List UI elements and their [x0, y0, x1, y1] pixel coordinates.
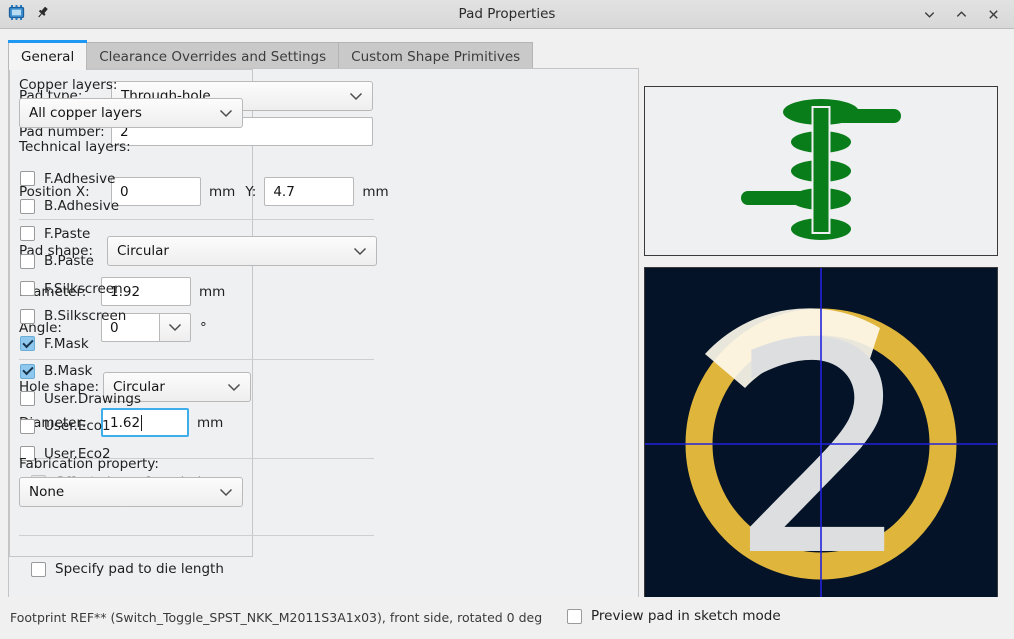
technical-layer-item[interactable]: B.Paste — [20, 248, 141, 276]
checkbox-box — [20, 363, 35, 379]
checkbox-box — [20, 281, 35, 297]
sketch-mode-row: Preview pad in sketch mode — [567, 608, 781, 624]
dialog-body: Pad type: Through-hole Pad number: 2 Pos… — [0, 41, 1014, 635]
chevron-down-icon — [168, 323, 182, 332]
technical-layer-item[interactable]: B.Mask — [20, 358, 141, 386]
checkbox-box — [20, 226, 35, 242]
technical-layers-list: F.Adhesive B.Adhesive F.Paste B.Paste F.Silk… — [20, 165, 141, 468]
chevron-down-icon — [219, 488, 233, 496]
checkbox-box — [20, 171, 35, 187]
checkbox-box — [20, 391, 35, 407]
pad-diameter-unit: mm — [199, 283, 226, 300]
technical-layer-label: User.Drawings — [44, 390, 141, 407]
copper-layers-value: All copper layers — [29, 105, 142, 121]
general-settings-panel: Pad type: Through-hole Pad number: 2 Pos… — [8, 68, 639, 623]
checkbox-box — [20, 308, 35, 324]
tab-general[interactable]: General — [8, 40, 88, 70]
technical-layer-label: F.Silkscreen — [44, 280, 123, 297]
title-bar: Pad Properties — [0, 0, 1014, 29]
window-title: Pad Properties — [458, 6, 556, 22]
technical-layer-label: F.Paste — [44, 225, 91, 242]
copper-layers-row: All copper layers — [19, 98, 243, 128]
sketch-mode-label: Preview pad in sketch mode — [591, 608, 781, 624]
technical-layer-item[interactable]: F.Adhesive — [20, 165, 141, 193]
chevron-down-icon — [349, 92, 363, 100]
sketch-mode-checkbox[interactable]: Preview pad in sketch mode — [567, 608, 781, 624]
checkbox-box — [20, 418, 35, 434]
checkbox-box — [567, 608, 582, 624]
angle-dropdown-button[interactable] — [159, 313, 191, 342]
hole-diameter-unit: mm — [197, 414, 224, 431]
technical-layers-label: Technical layers: — [19, 139, 131, 155]
separator-4 — [19, 535, 374, 536]
technical-layer-label: User.Eco1 — [44, 418, 111, 435]
pin-icon[interactable] — [35, 5, 50, 24]
fabrication-property-label: Fabrication property: — [19, 456, 159, 472]
close-button[interactable] — [984, 5, 1002, 23]
technical-layer-item[interactable]: User.Eco1 — [20, 413, 141, 441]
technical-layer-label: B.Silkscreen — [44, 308, 127, 325]
checkbox-box — [20, 336, 35, 352]
tab-general-label: General — [21, 48, 75, 65]
fabrication-property-select[interactable]: None — [19, 477, 243, 507]
technical-layer-item[interactable]: User.Drawings — [20, 385, 141, 413]
technical-layer-item[interactable]: F.Paste — [20, 220, 141, 248]
checkbox-box — [31, 561, 46, 577]
pad-properties-dialog: Pad Properties General Clearance Overrid… — [0, 0, 1014, 639]
position-y-unit: mm — [362, 183, 389, 200]
copper-layers-select[interactable]: All copper layers — [19, 98, 243, 128]
pad-preview: 2 — [644, 267, 998, 635]
maximize-button[interactable] — [952, 5, 970, 23]
chevron-down-icon — [219, 109, 233, 117]
minimize-button[interactable] — [920, 5, 938, 23]
die-length-checkbox[interactable]: Specify pad to die length — [31, 561, 224, 577]
technical-layers-label-row: Technical layers: — [19, 139, 131, 155]
position-y-input[interactable]: 4.7 — [264, 177, 355, 206]
technical-layer-item[interactable]: B.Silkscreen — [20, 303, 141, 331]
checkbox-box — [20, 198, 35, 214]
title-bar-icons — [0, 3, 120, 26]
pad-preview-canvas: 2 — [645, 268, 997, 634]
chevron-down-icon — [353, 247, 367, 255]
technical-layer-item[interactable]: F.Mask — [20, 330, 141, 358]
technical-layer-label: B.Paste — [44, 253, 94, 270]
position-y-label: Y: — [245, 183, 257, 200]
chevron-down-icon — [227, 383, 241, 391]
technical-layer-label: F.Adhesive — [44, 170, 116, 187]
technical-layer-label: B.Mask — [44, 363, 93, 380]
technical-layer-item[interactable]: B.Adhesive — [20, 193, 141, 221]
technical-layer-label: F.Mask — [44, 335, 89, 352]
dialog-footer: Footprint REF** (Switch_Toggle_SPST_NKK_… — [0, 597, 1014, 639]
pad-shape-select[interactable]: Circular — [107, 236, 377, 266]
copper-layers-label-row: Copper layers: — [19, 77, 117, 93]
copper-layers-label: Copper layers: — [19, 77, 118, 93]
fabrication-row: None — [19, 477, 243, 507]
technical-layer-label: B.Adhesive — [44, 198, 120, 215]
die-length-row: Specify pad to die length — [31, 561, 224, 577]
technical-layer-item[interactable]: F.Silkscreen — [20, 275, 141, 303]
ic-chip-icon — [7, 3, 26, 26]
angle-unit: ° — [200, 319, 207, 336]
layer-stack-diagram — [741, 99, 901, 240]
status-text: Footprint REF** (Switch_Toggle_SPST_NKK_… — [10, 610, 543, 625]
position-y-value: 4.7 — [273, 183, 295, 200]
position-x-unit: mm — [209, 183, 236, 200]
fabrication-property-value: None — [29, 484, 65, 500]
text-caret — [141, 414, 143, 431]
layer-stack-preview — [644, 86, 998, 256]
window-controls — [920, 5, 1014, 23]
fabrication-label-row: Fabrication property: — [19, 456, 159, 472]
die-length-label: Specify pad to die length — [55, 561, 224, 577]
checkbox-box — [20, 253, 35, 269]
